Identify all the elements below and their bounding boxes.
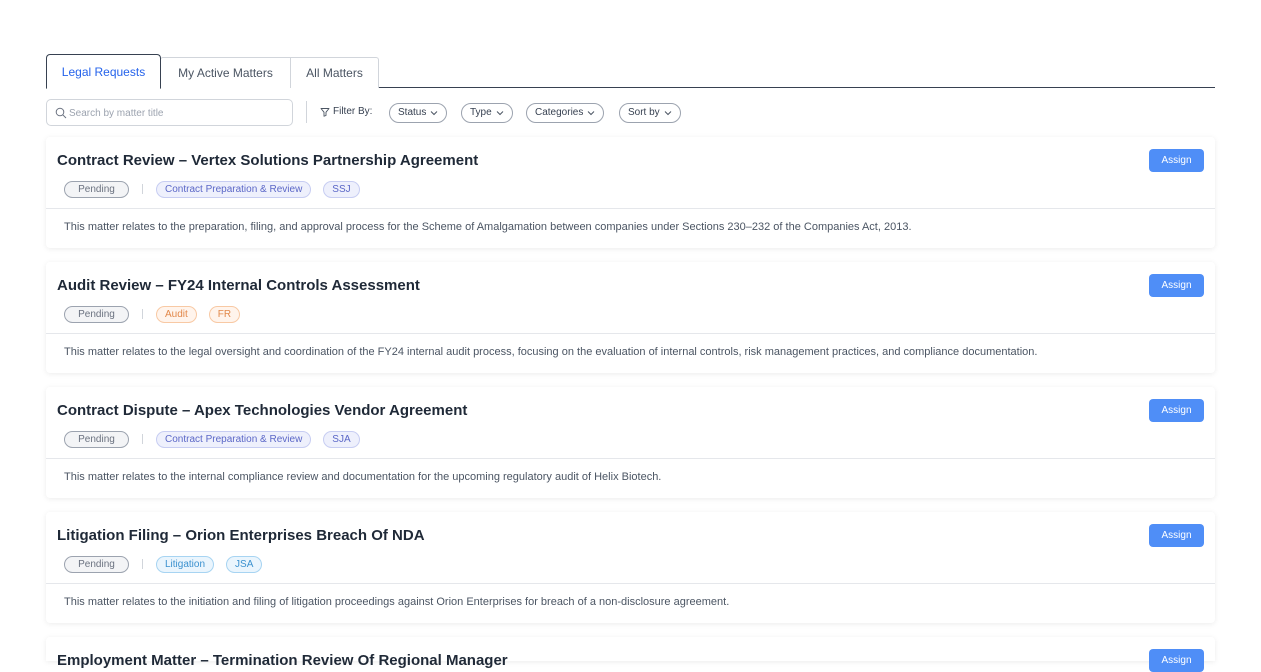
categories-filter-dropdown[interactable]: Categories [526, 103, 605, 123]
tab-bar: Legal Requests My Active Matters All Mat… [46, 54, 1215, 89]
card-divider [46, 208, 1215, 209]
status-badge: Pending [64, 430, 129, 448]
type-filter-label: Type [470, 107, 492, 118]
matter-card[interactable]: Litigation Filing – Orion Enterprises Br… [46, 512, 1215, 623]
card-divider [46, 583, 1215, 584]
filter-by-label: Filter By: [320, 106, 372, 117]
matter-tags: Pending Contract Preparation & Review SJ… [64, 430, 372, 448]
chevron-down-icon [588, 111, 595, 116]
tag-divider [142, 559, 143, 569]
assign-button[interactable]: Assign [1149, 399, 1204, 422]
status-filter-label: Status [398, 107, 427, 118]
chevron-down-icon [431, 111, 438, 116]
assign-button[interactable]: Assign [1149, 524, 1204, 547]
tag-divider [142, 309, 143, 319]
assign-button[interactable]: Assign [1149, 149, 1204, 172]
assign-button[interactable]: Assign [1149, 274, 1204, 297]
matter-title: Contract Dispute – Apex Technologies Ven… [57, 402, 468, 419]
tag-divider [142, 434, 143, 444]
matter-description: This matter relates to the initiation an… [64, 596, 730, 608]
matter-card[interactable]: Employment Matter – Termination Review O… [46, 637, 1215, 672]
matter-card[interactable]: Contract Dispute – Apex Technologies Ven… [46, 387, 1215, 498]
initials-tag: JSA [226, 555, 263, 573]
type-filter-dropdown[interactable]: Type [461, 103, 513, 123]
matter-description: This matter relates to the internal comp… [64, 471, 662, 483]
filter-divider [306, 101, 307, 123]
category-tag: Contract Preparation & Review [156, 180, 312, 198]
matter-description: This matter relates to the preparation, … [64, 221, 912, 233]
search-icon [55, 107, 67, 119]
tab-my-active-matters[interactable]: My Active Matters [160, 57, 291, 88]
initials-tag: SJA [323, 430, 360, 448]
initials-tag: FR [208, 305, 241, 323]
card-divider [46, 458, 1215, 459]
status-badge: Pending [64, 305, 129, 323]
matter-title: Contract Review – Vertex Solutions Partn… [57, 152, 479, 169]
chevron-down-icon [664, 111, 672, 116]
sort-by-label: Sort by [628, 107, 660, 118]
matter-card[interactable]: Contract Review – Vertex Solutions Partn… [46, 137, 1215, 248]
category-tag: Contract Preparation & Review [156, 430, 312, 448]
matter-card[interactable]: Audit Review – FY24 Internal Controls As… [46, 262, 1215, 373]
filter-by-text: Filter By: [333, 106, 373, 117]
status-badge: Pending [64, 180, 129, 198]
matter-title: Audit Review – FY24 Internal Controls As… [57, 277, 420, 294]
tab-legal-requests[interactable]: Legal Requests [46, 54, 161, 89]
status-filter-dropdown[interactable]: Status [389, 103, 448, 123]
matter-title: Litigation Filing – Orion Enterprises Br… [57, 527, 425, 544]
matter-tags: Pending Litigation JSA [64, 555, 274, 573]
status-badge: Pending [64, 555, 129, 573]
tab-all-matters[interactable]: All Matters [290, 57, 379, 88]
matter-tags: Pending Audit FR [64, 305, 252, 323]
search-box[interactable] [46, 99, 293, 126]
initials-tag: SSJ [323, 180, 360, 198]
matter-tags: Pending Contract Preparation & Review SS… [64, 180, 372, 198]
category-tag: Audit [156, 305, 197, 323]
card-divider [46, 333, 1215, 334]
search-input[interactable] [69, 103, 284, 123]
sort-by-dropdown[interactable]: Sort by [619, 103, 681, 123]
tag-divider [142, 184, 143, 194]
filter-icon [320, 107, 330, 117]
matter-description: This matter relates to the legal oversig… [64, 346, 1038, 358]
categories-filter-label: Categories [535, 107, 584, 118]
chevron-down-icon [496, 111, 504, 116]
category-tag: Litigation [156, 555, 215, 573]
